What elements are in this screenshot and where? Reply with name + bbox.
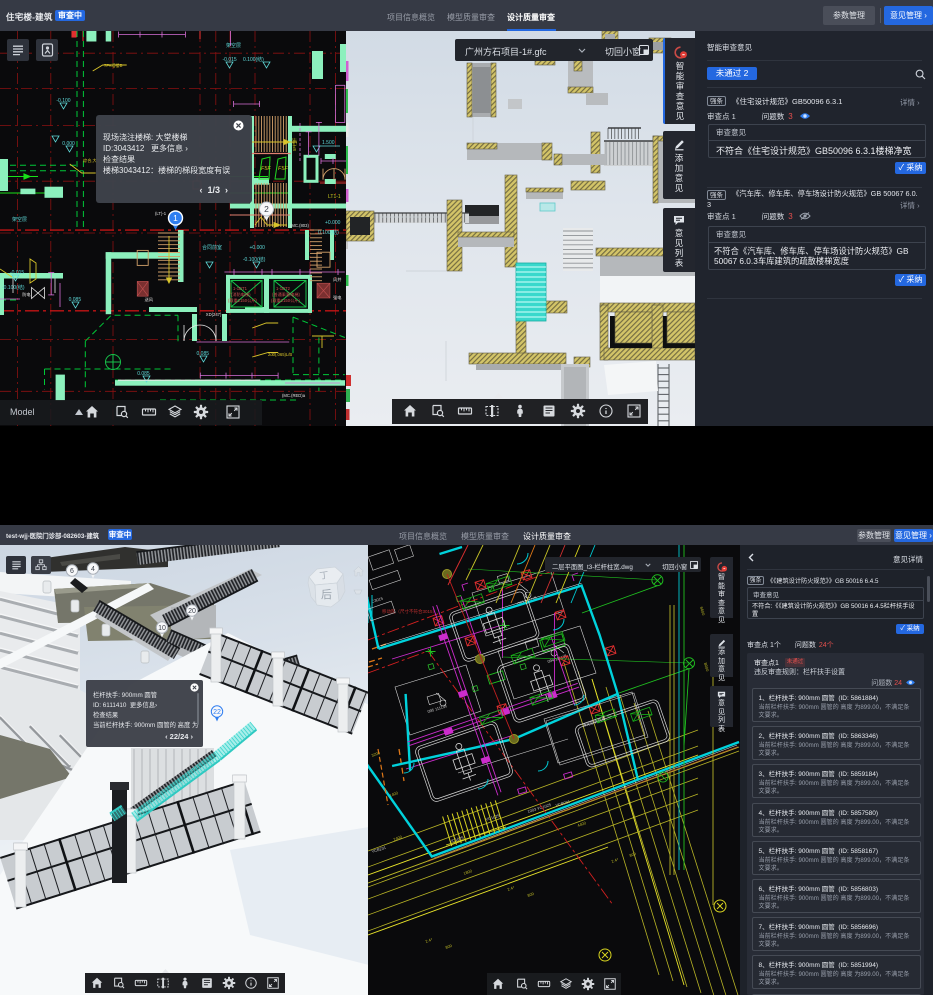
svg-text:架空层: 架空层 bbox=[12, 216, 27, 223]
svg-text:送风: 送风 bbox=[145, 296, 154, 303]
svg-text:合同前室: 合同前室 bbox=[202, 244, 222, 251]
svg-text:2400: 2400 bbox=[393, 834, 404, 842]
svg-text:防电: 防电 bbox=[22, 291, 31, 298]
svg-text:1-1DT1: 1-1DT1 bbox=[233, 286, 248, 291]
svg-text:809: 809 bbox=[629, 851, 638, 858]
svg-text:0.100(结): 0.100(结) bbox=[243, 56, 264, 63]
svg-text:+0.000: +0.000 bbox=[325, 220, 341, 226]
svg-text:4: 4 bbox=[91, 566, 95, 573]
svg-text:架空层: 架空层 bbox=[226, 42, 241, 49]
svg-text:(消防电梯): (消防电梯) bbox=[231, 291, 251, 298]
svg-text:2.4*: 2.4* bbox=[611, 857, 620, 864]
svg-text:(普通乘客电梯): (普通乘客电梯) bbox=[272, 291, 301, 298]
svg-text:3200: 3200 bbox=[371, 750, 382, 758]
svg-text:丁: 丁 bbox=[319, 570, 329, 581]
svg-text:20: 20 bbox=[188, 608, 196, 615]
svg-text:XD(247): XD(247) bbox=[206, 312, 222, 317]
svg-text:809: 809 bbox=[445, 943, 454, 950]
svg-text:+0.000: +0.000 bbox=[250, 245, 266, 251]
svg-text:YCB231: YCB231 bbox=[371, 845, 387, 854]
svg-text:1800: 1800 bbox=[463, 868, 474, 876]
svg-text:2.4*: 2.4* bbox=[425, 937, 434, 944]
svg-text:(MC.(RED)a: (MC.(RED)a bbox=[282, 393, 306, 398]
svg-text:6: 6 bbox=[70, 568, 74, 575]
svg-text:2.4*: 2.4* bbox=[507, 885, 516, 892]
svg-text:(LT)-1: (LT)-1 bbox=[155, 211, 167, 216]
svg-text:1.500: 1.500 bbox=[322, 140, 335, 146]
svg-text:7F#塔楼B: 7F#塔楼B bbox=[104, 62, 123, 69]
svg-text:强电: 强电 bbox=[333, 294, 342, 301]
svg-text:后: 后 bbox=[321, 588, 332, 601]
svg-text:1-1DT2: 1-1DT2 bbox=[276, 286, 291, 291]
svg-text:5F栏杆: 5F栏杆 bbox=[291, 137, 298, 151]
svg-text:6600: 6600 bbox=[699, 606, 706, 617]
svg-text:4400: 4400 bbox=[577, 820, 588, 828]
svg-text:2: 2 bbox=[264, 204, 269, 214]
svg-text:2d0(.065)L/B: 2d0(.065)L/B bbox=[268, 352, 292, 357]
svg-text:YC1025: YC1025 bbox=[485, 813, 501, 822]
svg-text:-0.100(结): -0.100(结) bbox=[2, 284, 25, 291]
svg-text:10: 10 bbox=[158, 625, 166, 632]
svg-text:22: 22 bbox=[213, 709, 221, 716]
svg-text:LT1-1: LT1-1 bbox=[328, 194, 341, 200]
svg-text:(MC.(803): (MC.(803) bbox=[290, 223, 309, 228]
svg-text:C3015: C3015 bbox=[371, 596, 384, 604]
svg-text:风井: 风井 bbox=[333, 276, 341, 283]
svg-text:F5F: F5F bbox=[261, 166, 271, 172]
svg-text:1: 1 bbox=[173, 213, 178, 223]
svg-text:809: 809 bbox=[527, 891, 536, 898]
svg-text:0.100(结): 0.100(结) bbox=[318, 229, 339, 236]
svg-text:095 1111训: 095 1111训 bbox=[427, 702, 448, 714]
svg-text:(载重2150公斤): (载重2150公斤) bbox=[271, 297, 300, 304]
svg-text:(载重2150公斤): (载重2150公斤) bbox=[228, 297, 257, 304]
svg-text:F5F: F5F bbox=[278, 166, 288, 172]
